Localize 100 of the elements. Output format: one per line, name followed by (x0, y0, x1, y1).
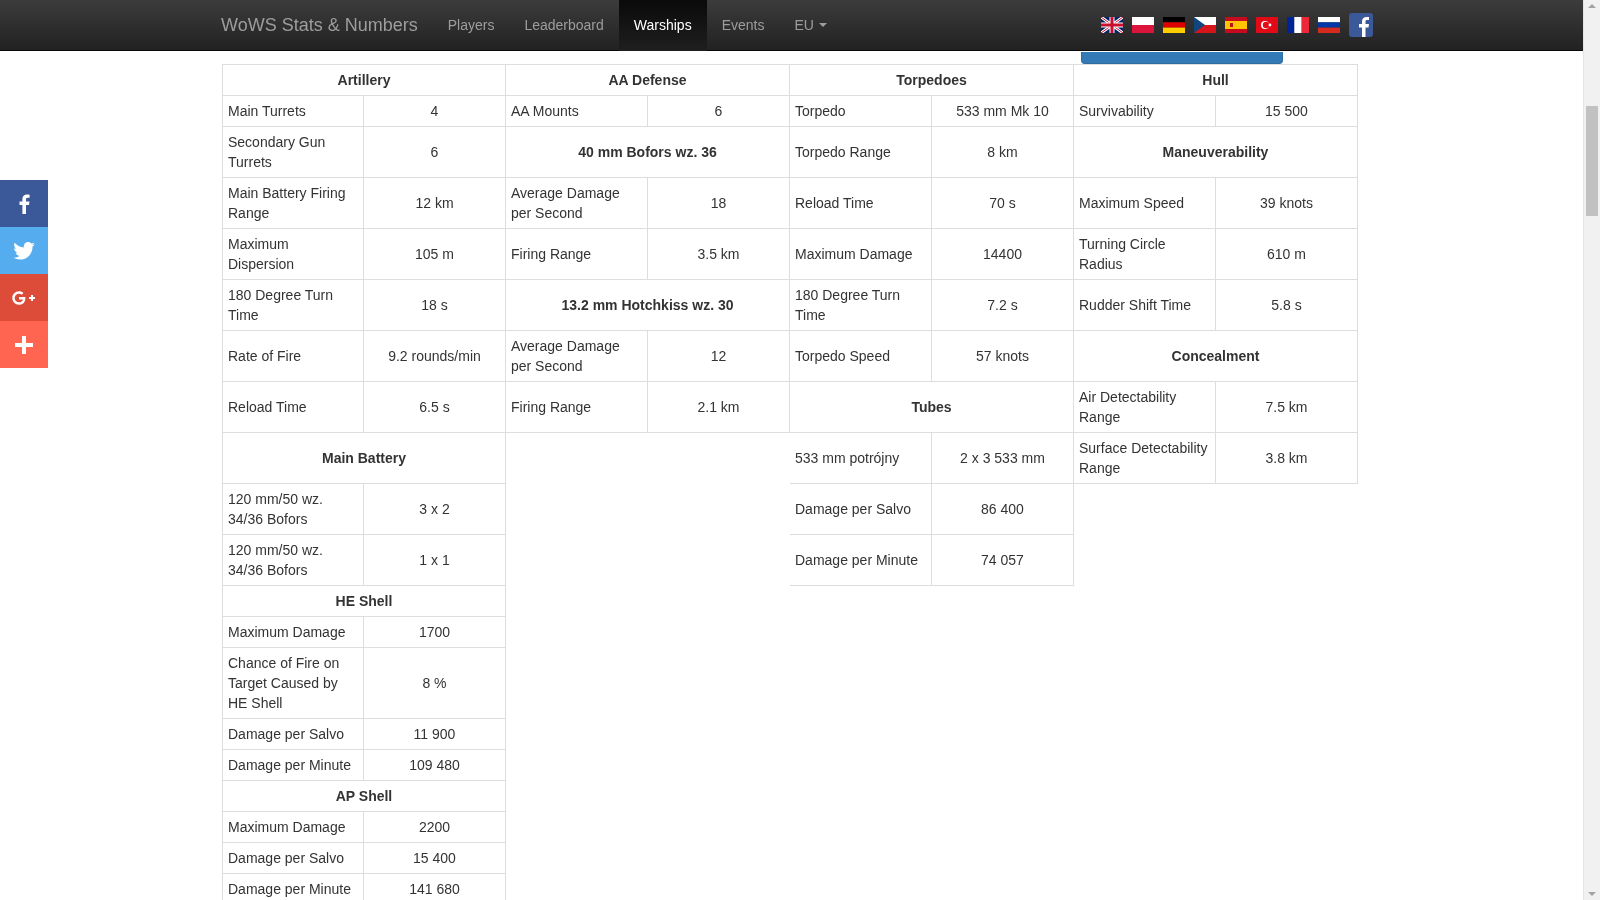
table-cell: 4 (364, 96, 506, 127)
table-cell: 109 480 (364, 750, 506, 781)
facebook-icon[interactable] (1349, 13, 1373, 37)
table-cell: Maximum Damage (222, 617, 364, 648)
column-header: Hull (1074, 64, 1358, 96)
table-cell: 11 900 (364, 719, 506, 750)
table-cell: Reload Time (222, 382, 364, 433)
section-header: Maneuverability (1074, 127, 1358, 178)
table-cell: Damage per Salvo (222, 843, 364, 874)
table-cell: 610 m (1216, 229, 1358, 280)
table-cell: Average Damage per Second (506, 331, 648, 382)
table-cell: Surface Detectability Range (1074, 433, 1216, 484)
table-cell: 1 x 1 (364, 535, 506, 586)
plus-icon (15, 335, 33, 354)
table-cell: 7.2 s (932, 280, 1074, 331)
table-cell: Main Turrets (222, 96, 364, 127)
nav-link[interactable]: Players (432, 0, 510, 51)
table-cell: Torpedo (790, 96, 932, 127)
flag-icon[interactable] (1287, 17, 1309, 33)
table-cell: 86 400 (932, 484, 1074, 535)
section-header: HE Shell (222, 586, 506, 617)
table-cell: 12 (648, 331, 790, 382)
share-button[interactable] (0, 321, 48, 368)
table-cell: Firing Range (506, 382, 648, 433)
table-cell: 533 mm Mk 10 (932, 96, 1074, 127)
table-cell: 141 680 (364, 874, 506, 900)
table-cell: 2.1 km (648, 382, 790, 433)
table-cell: Maximum Damage (222, 812, 364, 843)
table-cell: 39 knots (1216, 178, 1358, 229)
table-cell: 180 Degree Turn Time (790, 280, 932, 331)
brand-link[interactable]: WoWS Stats & Numbers (206, 11, 433, 39)
section-header: 40 mm Bofors wz. 36 (506, 127, 790, 178)
section-header: Concealment (1074, 331, 1358, 382)
facebook-icon (18, 193, 30, 214)
table-cell: 57 knots (932, 331, 1074, 382)
table-cell: Reload Time (790, 178, 932, 229)
table-cell: 8 km (932, 127, 1074, 178)
table-cell: Firing Range (506, 229, 648, 280)
section-header: 13.2 mm Hotchkiss wz. 30 (506, 280, 790, 331)
table-cell: 9.2 rounds/min (364, 331, 506, 382)
table-cell: 8 % (364, 648, 506, 719)
bird-icon (13, 241, 35, 260)
table-cell: Air Detectability Range (1074, 382, 1216, 433)
share-button[interactable] (0, 180, 48, 227)
table-cell: 70 s (932, 178, 1074, 229)
table-cell: Maximum Damage (790, 229, 932, 280)
table-cell: 7.5 km (1216, 382, 1358, 433)
table-cell: 2 x 3 533 mm (932, 433, 1074, 484)
table-cell: 6.5 s (364, 382, 506, 433)
scrollbar[interactable] (1583, 0, 1600, 900)
table-cell: AA Mounts (506, 96, 648, 127)
share-button[interactable] (0, 274, 48, 321)
flag-icon[interactable] (1101, 17, 1123, 33)
table-cell: 2200 (364, 812, 506, 843)
flag-icon[interactable] (1163, 17, 1185, 33)
table-cell: 3 x 2 (364, 484, 506, 535)
column-header: Torpedoes (790, 64, 1074, 96)
table-cell: Turning Circle Radius (1074, 229, 1216, 280)
table-cell: 180 Degree Turn Time (222, 280, 364, 331)
table-cell: 6 (648, 96, 790, 127)
flag-icon[interactable] (1318, 17, 1340, 33)
table-cell: 74 057 (932, 535, 1074, 586)
table-cell: Damage per Salvo (790, 484, 932, 535)
column-header: Artillery (222, 64, 506, 96)
nav-link[interactable]: Warships (618, 0, 707, 51)
table-cell: Chance of Fire on Target Caused by HE Shell (222, 648, 364, 719)
table-cell: Average Damage per Second (506, 178, 648, 229)
table-cell: 14400 (932, 229, 1074, 280)
column-header: AA Defense (506, 64, 790, 96)
table-cell: 3.5 km (648, 229, 790, 280)
nav-link[interactable]: Events (706, 0, 780, 51)
flag-icon[interactable] (1194, 17, 1216, 33)
table-cell: Maximum Dispersion (222, 229, 364, 280)
google-plus-icon (12, 290, 36, 305)
table-cell: Secondary Gun Turrets (222, 127, 364, 178)
region-dropdown[interactable]: EU (779, 0, 842, 51)
table-cell: 18 (648, 178, 790, 229)
section-header: AP Shell (222, 781, 506, 812)
table-cell: 120 mm/50 wz. 34/36 Bofors (222, 535, 364, 586)
caret-icon (818, 23, 827, 27)
table-cell: Main Battery Firing Range (222, 178, 364, 229)
nav-link[interactable]: Leaderboard (509, 0, 619, 51)
table-cell: Torpedo Range (790, 127, 932, 178)
scrollbar-thumb[interactable] (1586, 106, 1598, 216)
table-cell: Rudder Shift Time (1074, 280, 1216, 331)
table-cell: 120 mm/50 wz. 34/36 Bofors (222, 484, 364, 535)
table-cell: 15 500 (1216, 96, 1358, 127)
table-cell: Survivability (1074, 96, 1216, 127)
table-cell: Damage per Minute (222, 750, 364, 781)
table-cell: 12 km (364, 178, 506, 229)
table-cell: 533 mm potrójny (790, 433, 932, 484)
table-cell: Damage per Minute (790, 535, 932, 586)
table-cell: Torpedo Speed (790, 331, 932, 382)
table-cell: Maximum Speed (1074, 178, 1216, 229)
table-cell: 3.8 km (1216, 433, 1358, 484)
table-cell: Damage per Minute (222, 874, 364, 900)
section-header: Main Battery (222, 433, 506, 484)
table-cell: Damage per Salvo (222, 719, 364, 750)
table-cell: 105 m (364, 229, 506, 280)
table-cell: 5.8 s (1216, 280, 1358, 331)
